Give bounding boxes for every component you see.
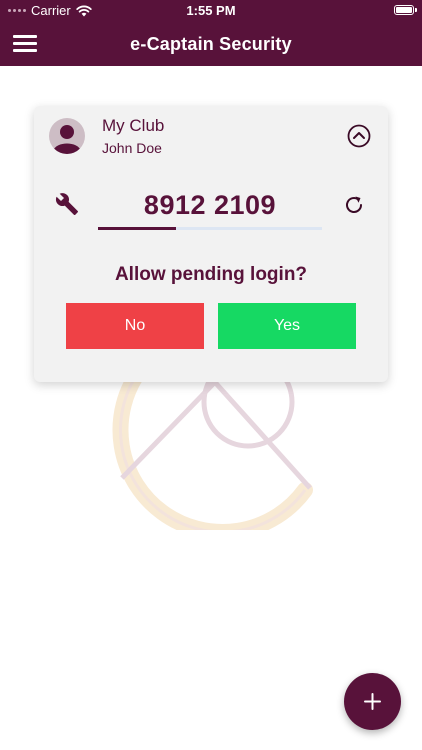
user-name: John Doe (102, 140, 162, 156)
deny-button[interactable]: No (66, 303, 204, 349)
status-bar: Carrier 1:55 PM (0, 0, 422, 22)
wrench-icon (55, 192, 79, 216)
refresh-icon[interactable] (342, 193, 366, 217)
login-prompt: Allow pending login? (114, 264, 308, 285)
add-fab-button[interactable] (344, 673, 401, 730)
club-name: My Club (102, 116, 165, 135)
plus-icon (364, 693, 381, 710)
status-time: 1:55 PM (186, 3, 236, 18)
battery-tip (415, 8, 417, 12)
code-timer-progress (98, 227, 322, 230)
code-timer-progress-fill (98, 227, 177, 230)
nav-bar: e-Captain Security (0, 22, 422, 66)
allow-button[interactable]: Yes (218, 303, 356, 349)
page-title: e-Captain Security (130, 34, 292, 54)
security-code: 8912 2109 (143, 190, 277, 220)
person-icon (49, 118, 85, 154)
battery-icon (394, 5, 414, 15)
chevron-up-circle-icon[interactable] (347, 124, 371, 148)
security-card: My Club John Doe 8912 2109 Allow pending… (34, 106, 388, 382)
